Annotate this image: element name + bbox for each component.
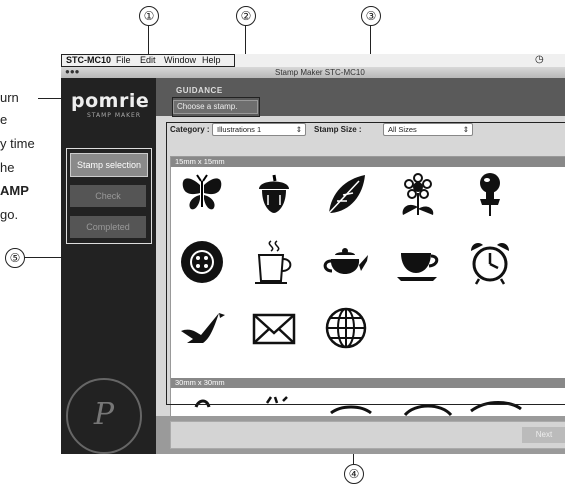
step-check[interactable]: Check (70, 185, 146, 207)
step-completed[interactable]: Completed (70, 216, 146, 238)
stamp-maker-seal-logo: P (66, 378, 142, 454)
callout-5: ⑤ (5, 248, 25, 268)
window-controls-icon[interactable]: ●●● (65, 67, 80, 76)
left-text-line: AMP (0, 183, 29, 198)
window-title: Stamp Maker STC-MC10 (275, 68, 365, 77)
callout-2: ② (236, 6, 256, 26)
left-text-line: go. (0, 207, 19, 222)
menu-highlight (61, 54, 235, 67)
left-text-line: y time (0, 136, 35, 151)
pomrie-logo: pomrie (71, 90, 150, 112)
clock-icon[interactable]: ◷ (535, 54, 544, 65)
callout-1: ① (139, 6, 159, 26)
step-stamp-selection[interactable]: Stamp selection (70, 153, 148, 177)
left-text-line: he (0, 160, 15, 175)
footer-bar: Next (156, 416, 565, 454)
content-highlight (166, 122, 565, 405)
next-button[interactable]: Next (522, 427, 565, 443)
left-text-line: urn (0, 90, 19, 105)
left-text-line: e (0, 112, 8, 127)
title-bar: ●●● Stamp Maker STC-MC10 (61, 67, 565, 78)
left-text-pointer (38, 98, 62, 99)
guidance-highlight (172, 97, 260, 117)
callout-4: ④ (344, 464, 364, 484)
footer-panel: Next (170, 421, 565, 449)
guidance-label: GUIDANCE (176, 86, 223, 95)
callout-3: ③ (361, 6, 381, 26)
logo-subtitle: STAMP MAKER (87, 112, 141, 119)
sidebar: pomrie STAMP MAKER Stamp selection Check… (61, 78, 156, 454)
